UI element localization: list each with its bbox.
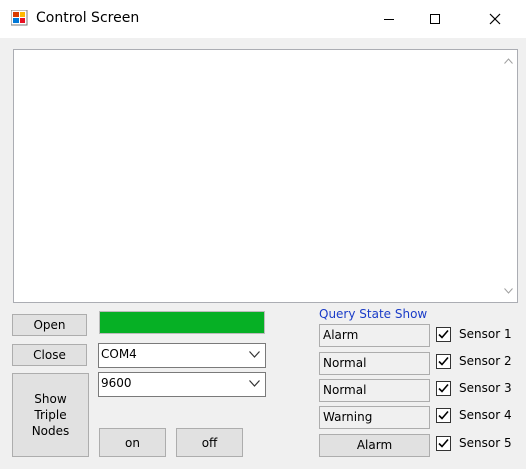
sensor-4-state: Warning (319, 406, 430, 429)
off-button[interactable]: off (176, 428, 243, 457)
sensor-3-checkbox[interactable] (436, 381, 451, 396)
close-icon (489, 13, 501, 25)
vertical-scrollbar[interactable] (500, 50, 517, 302)
show-triple-nodes-button[interactable]: Show Triple Nodes (12, 373, 89, 457)
open-button[interactable]: Open (12, 314, 87, 336)
sensor-5-label: Sensor 5 (459, 436, 512, 450)
sensor-4-checkbox[interactable] (436, 408, 451, 423)
sensor-4-label: Sensor 4 (459, 408, 512, 422)
sensor-5-state-button[interactable]: Alarm (319, 434, 430, 457)
maximize-button[interactable] (412, 0, 458, 38)
sensor-2-label: Sensor 2 (459, 354, 512, 368)
window-title: Control Screen (36, 10, 140, 26)
checkmark-icon (438, 356, 449, 366)
query-state-title: Query State Show (319, 307, 428, 321)
sensor-5-checkbox[interactable] (436, 436, 451, 451)
baud-rate-select[interactable]: 9600 (98, 372, 266, 397)
on-button[interactable]: on (99, 428, 166, 457)
sensor-1-checkbox[interactable] (436, 327, 451, 342)
checkmark-icon (438, 438, 449, 448)
sensor-1-state: Alarm (319, 324, 430, 347)
checkmark-icon (438, 329, 449, 339)
scroll-down-icon[interactable] (504, 288, 513, 294)
close-window-button[interactable] (472, 0, 518, 38)
sensor-2-state: Normal (319, 352, 430, 375)
app-icon (10, 9, 28, 26)
checkmark-icon (438, 410, 449, 420)
log-textarea[interactable] (13, 49, 518, 303)
maximize-icon (430, 14, 440, 24)
minimize-icon (384, 19, 394, 20)
sensor-2-checkbox[interactable] (436, 354, 451, 369)
baud-select-value: 9600 (101, 376, 132, 390)
connection-status-indicator (99, 311, 265, 334)
chevron-down-icon (249, 351, 260, 358)
sensor-3-state: Normal (319, 379, 430, 402)
sensor-1-label: Sensor 1 (459, 327, 512, 341)
port-select[interactable]: COM4 (98, 343, 266, 368)
chevron-down-icon (249, 380, 260, 387)
minimize-button[interactable] (366, 0, 412, 38)
sensor-3-label: Sensor 3 (459, 381, 512, 395)
checkmark-icon (438, 383, 449, 393)
port-select-value: COM4 (101, 347, 137, 361)
scroll-up-icon[interactable] (504, 58, 513, 64)
close-button[interactable]: Close (12, 344, 87, 366)
